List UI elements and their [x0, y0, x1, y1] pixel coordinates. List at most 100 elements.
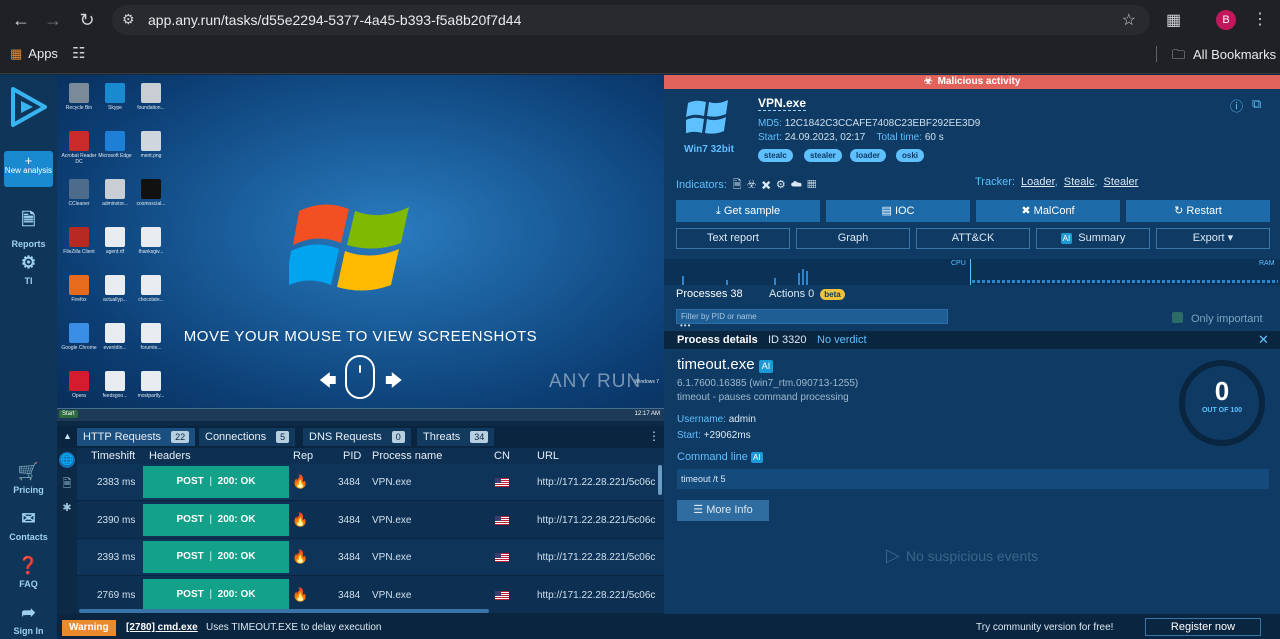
share-icon[interactable]: ⧉: [1252, 96, 1261, 112]
tab-connections[interactable]: Connections 5: [199, 428, 296, 446]
community-link[interactable]: Try community version for free!: [976, 622, 1113, 633]
info-icon[interactable]: ⓘ: [1230, 96, 1243, 115]
more-info-button[interactable]: ☰ More Info: [677, 500, 769, 521]
ai-badge[interactable]: AI: [750, 452, 763, 463]
tracker-link-stealc[interactable]: Stealc: [1064, 176, 1095, 188]
desktop-icon-label: cosmoscial...: [136, 201, 166, 207]
desktop-icon-label: eventdin...: [103, 345, 127, 351]
tab-dns-requests[interactable]: DNS Requests 0: [303, 428, 411, 446]
cpu-bar: [682, 276, 684, 285]
all-bookmarks[interactable]: 🗀 All Bookmarks: [1156, 46, 1276, 68]
summary-button[interactable]: AI Summary: [1036, 228, 1150, 249]
desktop-icon-label: Acrobat Reader DC: [61, 153, 97, 165]
us-flag-icon: [495, 515, 509, 525]
sample-filename[interactable]: VPN.exe: [758, 96, 807, 111]
vertical-scrollbar[interactable]: [658, 465, 662, 495]
desktop-icon: CCleaner: [61, 179, 97, 207]
plus-icon: +: [24, 153, 33, 168]
list-icon: ☰: [693, 504, 704, 516]
address-bar[interactable]: ⚙ app.any.run/tasks/d55e2294-5377-4a45-b…: [112, 5, 1150, 35]
warning-process-link[interactable]: [2780] cmd.exe: [126, 622, 198, 633]
tag-oski[interactable]: oski: [896, 149, 925, 162]
task-times: Start: 24.09.2023, 02:17 Total time: 60 …: [758, 132, 944, 143]
close-icon[interactable]: ✕: [1258, 331, 1269, 349]
process-filter-input[interactable]: Filter by PID or name: [676, 309, 948, 324]
text-report-button[interactable]: Text report: [676, 228, 790, 249]
more-options-icon[interactable]: ⋮: [648, 429, 660, 443]
collapse-icon[interactable]: ▲: [63, 431, 72, 441]
timeshift-cell: 2383 ms: [97, 477, 136, 488]
checkbox[interactable]: [1172, 312, 1183, 323]
tab-groups-icon[interactable]: ☷: [72, 44, 85, 62]
apps-shortcut[interactable]: ▦ Apps: [10, 46, 58, 62]
extensions-icon[interactable]: ▦: [1166, 10, 1181, 30]
md5-hash[interactable]: MD5: 12C1842C3CCAFE7408C23EBF292EE3D9: [758, 118, 980, 129]
tab-threats[interactable]: Threats 34: [417, 428, 495, 446]
sidebar-item-reports[interactable]: 🗎 Reports: [0, 207, 57, 249]
sidebar-item-ti[interactable]: ⚙ TI: [0, 253, 57, 286]
sidebar-item-pricing[interactable]: 🛒 Pricing: [0, 462, 57, 495]
profile-avatar[interactable]: B: [1216, 10, 1236, 30]
table-row[interactable]: 2390 ms POST | 200: OK 🔥 3484 VPN.exe http://…: [77, 502, 664, 539]
tab-http-requests[interactable]: HTTP Requests 22: [77, 428, 196, 446]
attack-button[interactable]: ATT&CK: [916, 228, 1030, 249]
bug-icon[interactable]: ✱: [59, 500, 75, 516]
reload-icon[interactable]: ↻: [76, 9, 98, 31]
table-row[interactable]: 2769 ms POST | 200: OK 🔥 3484 VPN.exe http://…: [77, 577, 664, 614]
table-row[interactable]: 2383 ms POST | 200: OK 🔥 3484 VPN.exe http://…: [77, 464, 664, 501]
sidebar-label: Contacts: [9, 532, 48, 542]
desktop-icon-label: chocolate...: [138, 297, 164, 303]
tab-label: Threats: [423, 431, 461, 443]
tracker-link-stealer[interactable]: Stealer: [1103, 176, 1138, 188]
command-line-value[interactable]: timeout /t 5: [677, 469, 1269, 489]
address-url[interactable]: app.any.run/tasks/d55e2294-5377-4a45-b39…: [148, 12, 521, 28]
drag-handle[interactable]: •••: [680, 321, 691, 330]
method-status-badge: POST | 200: OK: [143, 578, 289, 611]
process-start: Start: +29062ms: [677, 430, 751, 441]
method-status-badge: POST | 200: OK: [143, 541, 289, 573]
ai-badge[interactable]: AI: [758, 360, 774, 373]
ram-label: RAM: [1259, 260, 1275, 267]
browser-menu-icon[interactable]: ⋮: [1252, 9, 1268, 29]
new-analysis-button[interactable]: + New analysis: [4, 151, 53, 187]
desktop-icon-label: Microsoft Edge: [98, 153, 132, 159]
tag-stealer[interactable]: stealer: [804, 149, 842, 162]
tag-loader[interactable]: loader: [850, 149, 887, 162]
desktop-icon: ment.png: [133, 131, 169, 159]
url-cell: http://171.22.28.221/5c06c: [537, 477, 656, 488]
vm-screenshot[interactable]: Recycle Bin Skype foundation... Acrobat Rea…: [57, 75, 664, 421]
anyrun-logo-icon[interactable]: [9, 85, 49, 129]
desktop-icon-label: actuallyp...: [103, 297, 127, 303]
tag-stealc[interactable]: stealc: [758, 149, 793, 162]
site-info-icon[interactable]: ⚙: [122, 11, 135, 28]
tab-actions[interactable]: Actions 0 beta: [769, 288, 845, 300]
table-row[interactable]: 2393 ms POST | 200: OK 🔥 3484 VPN.exe http://…: [77, 539, 664, 576]
horizontal-scrollbar[interactable]: [79, 609, 489, 613]
timeshift-cell: 2769 ms: [97, 589, 136, 601]
sidebar-item-contacts[interactable]: ✉ Contacts: [0, 509, 57, 542]
globe-icon[interactable]: 🌐: [59, 452, 75, 468]
indicator-icons[interactable]: 🗎☣✖⚙☁▦: [733, 179, 822, 191]
desktop-icon: foundation...: [133, 83, 169, 111]
desktop-icon-label: Recycle Bin: [65, 105, 93, 111]
register-button[interactable]: Register now: [1145, 618, 1261, 636]
ioc-button[interactable]: ▤ IOC: [826, 200, 970, 222]
malconf-button[interactable]: ✖ MalConf: [976, 200, 1120, 222]
bookmark-star-icon[interactable]: ☆: [1122, 10, 1136, 30]
tracker-link-loader[interactable]: Loader: [1021, 176, 1055, 188]
sidebar-item-sign-in[interactable]: ➦ Sign In: [0, 603, 57, 636]
graph-button[interactable]: Graph: [796, 228, 910, 249]
forward-icon[interactable]: →: [42, 9, 64, 31]
export-button[interactable]: Export ▾: [1156, 228, 1270, 249]
sidebar-item-faq[interactable]: ❓ FAQ: [0, 556, 57, 589]
file-icon[interactable]: 🗎: [59, 476, 75, 492]
total-label: Total time:: [876, 132, 923, 143]
biohazard-icon: ☣: [923, 76, 933, 87]
get-sample-button[interactable]: ⤓ Get sample: [676, 200, 820, 222]
desktop-icon: thanksgiv...: [133, 227, 169, 255]
tab-processes[interactable]: Processes 38: [676, 288, 743, 300]
column-header: Timeshift: [91, 450, 136, 462]
back-icon[interactable]: ←: [10, 9, 32, 31]
only-important-toggle[interactable]: Only important: [1172, 312, 1263, 325]
restart-button[interactable]: ↻ Restart: [1126, 200, 1270, 222]
